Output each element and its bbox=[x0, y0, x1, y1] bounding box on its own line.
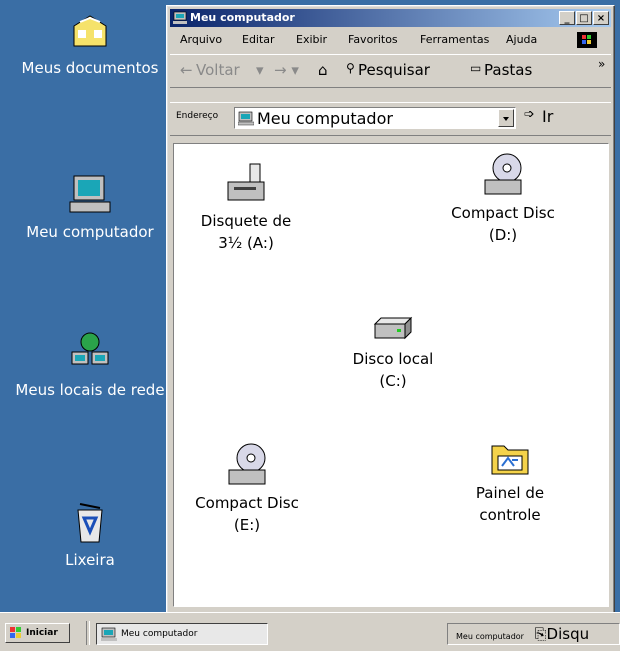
title-bar[interactable]: Meu computador _ □ × bbox=[170, 9, 611, 27]
network-places-icon bbox=[71, 332, 109, 365]
my-documents-folder-icon bbox=[73, 15, 107, 47]
menu-view[interactable]: Exibir bbox=[296, 33, 327, 46]
address-bar: Endereço Meu computador ➩ Ir bbox=[170, 102, 611, 136]
cd-drive-icon bbox=[484, 153, 522, 195]
desktop-icon-network-places[interactable]: Meus locais de rede bbox=[15, 330, 165, 401]
desktop-icon-label: Meus documentos bbox=[21, 59, 159, 77]
recycle-bin-icon bbox=[77, 503, 103, 543]
tray-small-text: Meu computador bbox=[456, 632, 524, 641]
item-label-drive: controle bbox=[479, 506, 541, 524]
go-arrow-icon: ➩ bbox=[524, 107, 535, 122]
start-label: Iniciar bbox=[26, 628, 58, 638]
item-label: Disquete de bbox=[200, 212, 292, 230]
my-computer-icon bbox=[69, 175, 111, 213]
menu-favorites[interactable]: Favoritos bbox=[348, 33, 398, 46]
desktop-icon-my-computer[interactable]: Meu computador bbox=[15, 172, 165, 243]
menu-tools[interactable]: Ferramentas bbox=[420, 33, 489, 46]
window-title: Meu computador bbox=[190, 11, 295, 24]
toolbar: ← Voltar ▾ → ▾ ⌂ ⚲ Pesquisar ▭ Pastas » bbox=[170, 54, 611, 88]
drive-cd-e[interactable]: Compact Disc (E:) bbox=[182, 440, 312, 536]
desktop-icon-label: Lixeira bbox=[65, 551, 115, 569]
chevron-down-icon bbox=[503, 117, 509, 121]
folders-icon: ▭ bbox=[470, 61, 482, 75]
folders-button[interactable]: Pastas bbox=[484, 61, 532, 79]
folder-view: Disquete de 3½ (A:) Compact Disc (D:) Di… bbox=[173, 143, 609, 607]
my-computer-icon bbox=[238, 111, 254, 126]
address-input[interactable]: Meu computador bbox=[234, 107, 516, 129]
explorer-window[interactable]: Meu computador _ □ × Arquivo Editar Exib… bbox=[166, 5, 615, 614]
up-folder-icon[interactable]: ⌂ bbox=[318, 61, 328, 79]
drive-floppy-a[interactable]: Disquete de 3½ (A:) bbox=[181, 162, 311, 254]
drive-cd-d[interactable]: Compact Disc (D:) bbox=[438, 150, 568, 246]
my-computer-icon bbox=[173, 11, 187, 24]
cd-drive-icon bbox=[228, 443, 266, 485]
taskbar-separator bbox=[86, 621, 90, 645]
windows-logo-icon bbox=[10, 627, 21, 638]
control-panel[interactable]: Painel de controle bbox=[445, 438, 575, 526]
desktop-icon-recycle-bin[interactable]: Lixeira bbox=[15, 500, 165, 571]
notification-area: Meu computador ⎘Disqu bbox=[447, 623, 620, 645]
forward-button[interactable]: → ▾ bbox=[274, 61, 299, 79]
taskbar-item-my-computer[interactable]: Meu computador bbox=[96, 623, 268, 645]
menu-edit[interactable]: Editar bbox=[242, 33, 275, 46]
minimize-button[interactable]: _ bbox=[559, 11, 575, 25]
address-value: Meu computador bbox=[257, 109, 393, 128]
item-label-drive: (C:) bbox=[379, 372, 407, 390]
item-label-drive: (E:) bbox=[233, 516, 261, 534]
address-label: Endereço bbox=[176, 111, 219, 121]
item-label: Painel de bbox=[475, 484, 545, 502]
item-label-drive: 3½ (A:) bbox=[218, 234, 274, 252]
item-label: Disco local bbox=[352, 350, 434, 368]
control-panel-folder-icon bbox=[491, 445, 529, 475]
windows-logo-icon bbox=[577, 32, 597, 48]
toolbar-overflow-button[interactable]: » bbox=[598, 57, 605, 71]
tray-item-label: Disqu bbox=[546, 625, 590, 643]
search-icon: ⚲ bbox=[346, 61, 355, 75]
desktop-icon-my-documents[interactable]: Meus documentos bbox=[15, 12, 165, 79]
back-dropdown-icon[interactable]: ▾ bbox=[256, 61, 264, 79]
menu-file[interactable]: Arquivo bbox=[180, 33, 222, 46]
tray-item[interactable]: ⎘Disqu bbox=[535, 625, 590, 643]
item-label: Compact Disc bbox=[195, 494, 299, 512]
floppy-small-icon: ⎘ bbox=[534, 625, 547, 643]
address-dropdown-button[interactable] bbox=[498, 109, 514, 127]
menu-bar: Arquivo Editar Exibir Favoritos Ferramen… bbox=[170, 30, 611, 50]
desktop-icon-label: Meus locais de rede bbox=[15, 381, 165, 399]
close-button[interactable]: × bbox=[593, 11, 609, 25]
taskbar-item-label: Meu computador bbox=[121, 629, 198, 639]
item-label-drive: (D:) bbox=[488, 226, 518, 244]
my-computer-icon bbox=[101, 627, 117, 641]
back-button[interactable]: Voltar bbox=[196, 61, 240, 79]
go-button[interactable]: Ir bbox=[542, 107, 553, 126]
floppy-drive-icon bbox=[227, 163, 265, 201]
maximize-button[interactable]: □ bbox=[576, 11, 592, 25]
back-arrow-icon: ← bbox=[180, 61, 193, 79]
search-button[interactable]: Pesquisar bbox=[358, 61, 430, 79]
desktop-icon-label: Meu computador bbox=[26, 223, 154, 241]
taskbar: Iniciar Meu computador Meu computador ⎘D… bbox=[0, 612, 620, 651]
hard-disk-icon bbox=[373, 316, 413, 340]
drive-local-c[interactable]: Disco local (C:) bbox=[328, 314, 458, 392]
menu-help[interactable]: Ajuda bbox=[506, 33, 537, 46]
item-label: Compact Disc bbox=[451, 204, 555, 222]
start-button[interactable]: Iniciar bbox=[5, 623, 70, 643]
